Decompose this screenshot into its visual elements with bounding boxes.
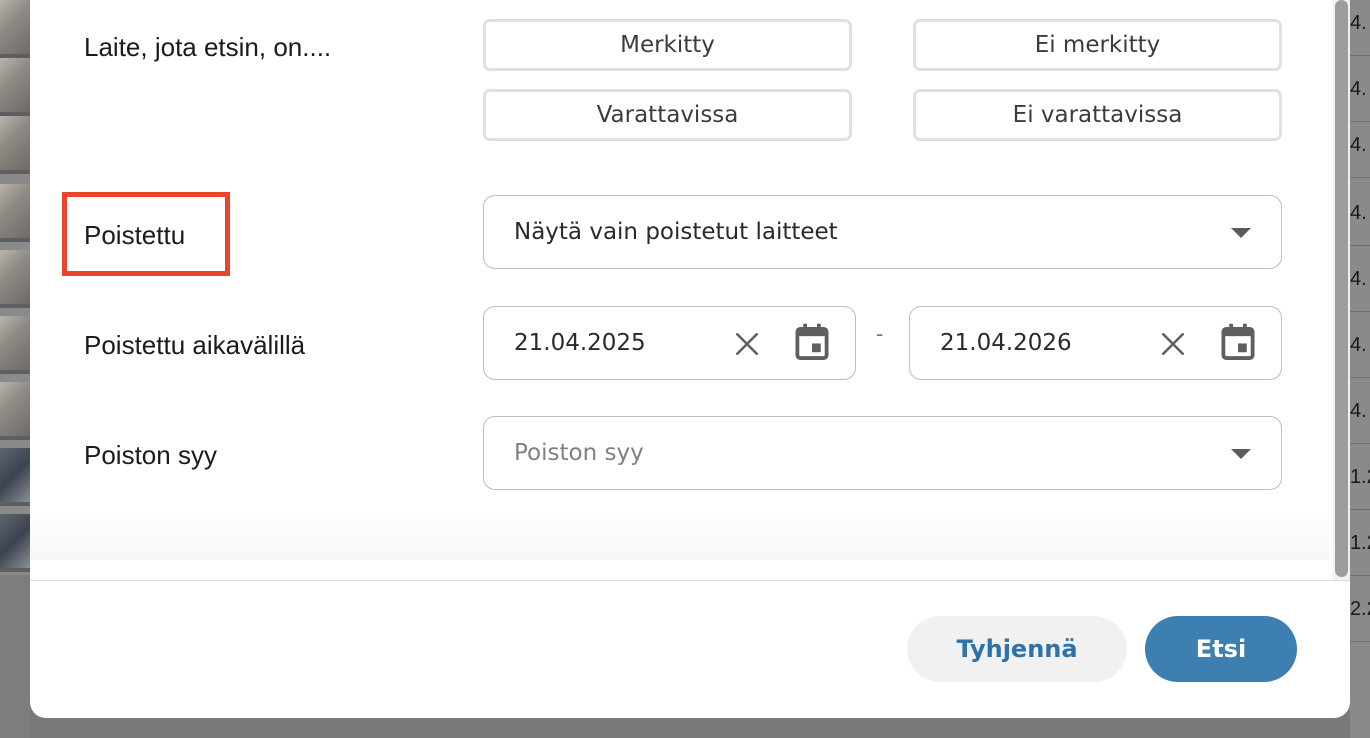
background-cell: 4. bbox=[1350, 246, 1370, 312]
background-cell: 4. bbox=[1350, 378, 1370, 444]
clear-x-icon[interactable] bbox=[1160, 331, 1186, 357]
background-thumbnail bbox=[0, 316, 30, 374]
background-cell: 4. bbox=[1350, 112, 1370, 178]
toggle-not-marked[interactable]: Ei merkitty bbox=[913, 19, 1282, 71]
background-cell: 1.2 bbox=[1350, 444, 1370, 510]
device-state-label: Laite, jota etsin, on.... bbox=[84, 32, 332, 62]
deleted-range-label: Poistettu aikavälillä bbox=[84, 330, 306, 360]
scrollbar-thumb[interactable] bbox=[1335, 0, 1348, 577]
background-cell: 4. bbox=[1350, 312, 1370, 378]
reason-placeholder: Poiston syy bbox=[514, 440, 644, 466]
toggle-not-reservable[interactable]: Ei varattavissa bbox=[913, 89, 1282, 141]
background-cell: 4. bbox=[1350, 180, 1370, 246]
background-page-left-bottom bbox=[0, 575, 30, 738]
reason-label: Poiston syy bbox=[84, 440, 217, 470]
reason-select[interactable]: Poiston syy bbox=[483, 416, 1282, 490]
scroll-fade bbox=[30, 510, 1330, 560]
deleted-select-value: Näytä vain poistetut laitteet bbox=[514, 219, 838, 245]
background-thumbnail bbox=[0, 0, 30, 58]
chevron-down-icon bbox=[1231, 449, 1251, 459]
deleted-label: Poistettu bbox=[84, 220, 186, 250]
background-thumbnail bbox=[0, 58, 30, 116]
date-to-input[interactable]: 21.04.2026 bbox=[909, 306, 1282, 380]
background-cell: 4. bbox=[1350, 0, 1370, 56]
toggle-reservable[interactable]: Varattavissa bbox=[483, 89, 852, 141]
background-cell: 1.2 bbox=[1350, 510, 1370, 576]
deleted-select[interactable]: Näytä vain poistetut laitteet bbox=[483, 195, 1282, 269]
date-from-input[interactable]: 21.04.2025 bbox=[483, 306, 856, 380]
clear-button[interactable]: Tyhjennä bbox=[907, 616, 1127, 682]
background-thumbnail bbox=[0, 116, 30, 174]
background-thumbnail bbox=[0, 514, 30, 572]
background-cell: 2.2 bbox=[1350, 576, 1370, 642]
background-thumbnail bbox=[0, 184, 30, 242]
footer-divider bbox=[30, 580, 1350, 581]
calendar-icon[interactable] bbox=[794, 323, 830, 361]
chevron-down-icon bbox=[1231, 228, 1251, 238]
date-from-value: 21.04.2025 bbox=[514, 330, 646, 356]
search-filter-dialog: Laite, jota etsin, on.... Merkitty Ei me… bbox=[30, 0, 1350, 718]
background-thumbnail bbox=[0, 250, 30, 308]
calendar-icon[interactable] bbox=[1220, 323, 1256, 361]
date-to-value: 21.04.2026 bbox=[940, 330, 1072, 356]
clear-x-icon[interactable] bbox=[734, 331, 760, 357]
background-thumbnail bbox=[0, 448, 30, 506]
date-range-separator: - bbox=[876, 321, 884, 346]
toggle-marked[interactable]: Merkitty bbox=[483, 19, 852, 71]
background-thumbnail bbox=[0, 382, 30, 440]
search-button[interactable]: Etsi bbox=[1145, 616, 1297, 682]
